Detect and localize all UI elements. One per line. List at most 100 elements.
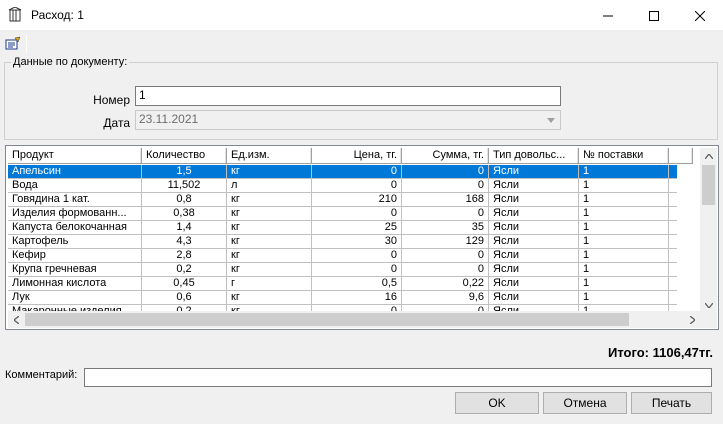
table-cell: 210 [312, 193, 402, 207]
table-cell: 0 [402, 249, 489, 263]
print-button[interactable]: Печать [631, 392, 712, 414]
edit-document-button[interactable] [4, 35, 22, 53]
table-cell: 1 [579, 277, 669, 291]
date-field[interactable]: 23.11.2021 [135, 110, 561, 130]
table-cell: 1 [579, 291, 669, 305]
table-cell: 1 [579, 165, 669, 179]
close-icon [695, 10, 705, 21]
table-row[interactable]: Апельсин 1,5 кг 0 0 Ясли 1 [8, 165, 677, 179]
table-cell: 0,22 [402, 277, 489, 291]
scroll-up-icon[interactable] [700, 148, 717, 165]
vertical-scroll-thumb[interactable] [702, 165, 715, 205]
table-row[interactable]: Изделия формованн... 0,38 кг 0 0 Ясли 1 [8, 207, 677, 221]
toolbar-separator [26, 35, 27, 53]
table-cell: 129 [402, 235, 489, 249]
table-row[interactable]: Вода 11,502 л 0 0 Ясли 1 [8, 179, 677, 193]
cancel-button[interactable]: Отмена [543, 392, 627, 414]
table-cell-filler [669, 165, 677, 179]
column-header[interactable]: Количество [142, 148, 227, 164]
title-bar: Расход: 1 [0, 0, 723, 31]
window-title: Расход: 1 [31, 8, 84, 22]
table-cell: Апельсин [8, 165, 142, 179]
table-cell: 30 [312, 235, 402, 249]
maximize-icon [649, 10, 659, 21]
column-header[interactable]: № поставки [579, 148, 669, 164]
table-row[interactable]: Капуста белокочанная 1,4 кг 25 35 Ясли 1 [8, 221, 677, 235]
table-row[interactable]: Кефир 2,8 кг 0 0 Ясли 1 [8, 249, 677, 263]
table-row[interactable]: Крупа гречневая 0,2 кг 0 0 Ясли 1 [8, 263, 677, 277]
horizontal-scrollbar[interactable] [8, 311, 701, 328]
comment-field[interactable] [84, 368, 712, 387]
column-header[interactable]: Продукт [8, 148, 142, 164]
table-cell: 0 [312, 263, 402, 277]
table-cell: кг [227, 291, 312, 305]
table-cell: 0,6 [142, 291, 227, 305]
table-cell: Ясли [489, 249, 579, 263]
chevron-down-icon [547, 117, 555, 123]
close-button[interactable] [677, 0, 723, 31]
table-cell: Кефир [8, 249, 142, 263]
table-cell: 1,4 [142, 221, 227, 235]
minimize-button[interactable] [585, 0, 631, 31]
table-row[interactable]: Лимонная кислота 0,45 г 0,5 0,22 Ясли 1 [8, 277, 677, 291]
table-cell-filler [669, 221, 677, 235]
column-header[interactable]: Сумма, тг. [402, 148, 489, 164]
table-cell-filler [669, 249, 677, 263]
table-cell: 0 [312, 165, 402, 179]
table-row[interactable]: Говядина 1 кат. 0,8 кг 210 168 Ясли 1 [8, 193, 677, 207]
table-row[interactable]: Лук 0,6 кг 16 9,6 Ясли 1 [8, 291, 677, 305]
ok-button[interactable]: OK [455, 392, 539, 414]
column-header[interactable]: Цена, тг. [312, 148, 402, 164]
table-row[interactable]: Картофель 4,3 кг 30 129 Ясли 1 [8, 235, 677, 249]
table-cell: 168 [402, 193, 489, 207]
vertical-scrollbar[interactable] [700, 148, 717, 314]
horizontal-scroll-thumb[interactable] [25, 313, 629, 326]
scroll-right-icon[interactable] [684, 311, 701, 328]
table-cell: Капуста белокочанная [8, 221, 142, 235]
table-cell: 1 [579, 263, 669, 277]
date-dropdown-button[interactable] [543, 112, 559, 128]
table-cell: Ясли [489, 235, 579, 249]
table-cell: Ясли [489, 193, 579, 207]
date-value: 23.11.2021 [139, 112, 199, 126]
table-cell: 0,8 [142, 193, 227, 207]
table-cell: 35 [402, 221, 489, 235]
table-cell-filler [669, 207, 677, 221]
number-field[interactable]: 1 [135, 86, 561, 106]
maximize-button[interactable] [631, 0, 677, 31]
table-cell: 9,6 [402, 291, 489, 305]
table-cell: Говядина 1 кат. [8, 193, 142, 207]
table-cell: Крупа гречневая [8, 263, 142, 277]
table-cell: 0 [312, 249, 402, 263]
scrollbar-corner [700, 311, 717, 328]
table-cell-filler [669, 235, 677, 249]
table-cell: 1 [579, 179, 669, 193]
table-cell: 16 [312, 291, 402, 305]
table-cell: Ясли [489, 263, 579, 277]
products-table[interactable]: Продукт Количество Ед.изм. Цена, тг. Сумма, … [5, 145, 719, 330]
table-cell: Лимонная кислота [8, 277, 142, 291]
column-header[interactable]: Ед.изм. [227, 148, 312, 164]
number-label: Номер [93, 93, 130, 107]
toolbar [0, 32, 723, 56]
table-cell: 0 [402, 263, 489, 277]
table-cell: г [227, 277, 312, 291]
table-cell: Ясли [489, 277, 579, 291]
app-icon [8, 6, 24, 23]
table-cell: 2,8 [142, 249, 227, 263]
table-cell: Ясли [489, 207, 579, 221]
column-header-filler [669, 148, 693, 164]
column-header[interactable]: Тип довольс... [489, 148, 579, 164]
table-cell: Ясли [489, 165, 579, 179]
table-cell: кг [227, 193, 312, 207]
table-cell: Ясли [489, 291, 579, 305]
table-cell: 0 [312, 207, 402, 221]
table-cell: Картофель [8, 235, 142, 249]
table-cell: 1,5 [142, 165, 227, 179]
scroll-left-icon[interactable] [8, 311, 25, 328]
table-cell-filler [669, 277, 677, 291]
table-cell-filler [669, 193, 677, 207]
table-cell: 0 [402, 207, 489, 221]
table-cell: кг [227, 249, 312, 263]
table-cell: кг [227, 207, 312, 221]
